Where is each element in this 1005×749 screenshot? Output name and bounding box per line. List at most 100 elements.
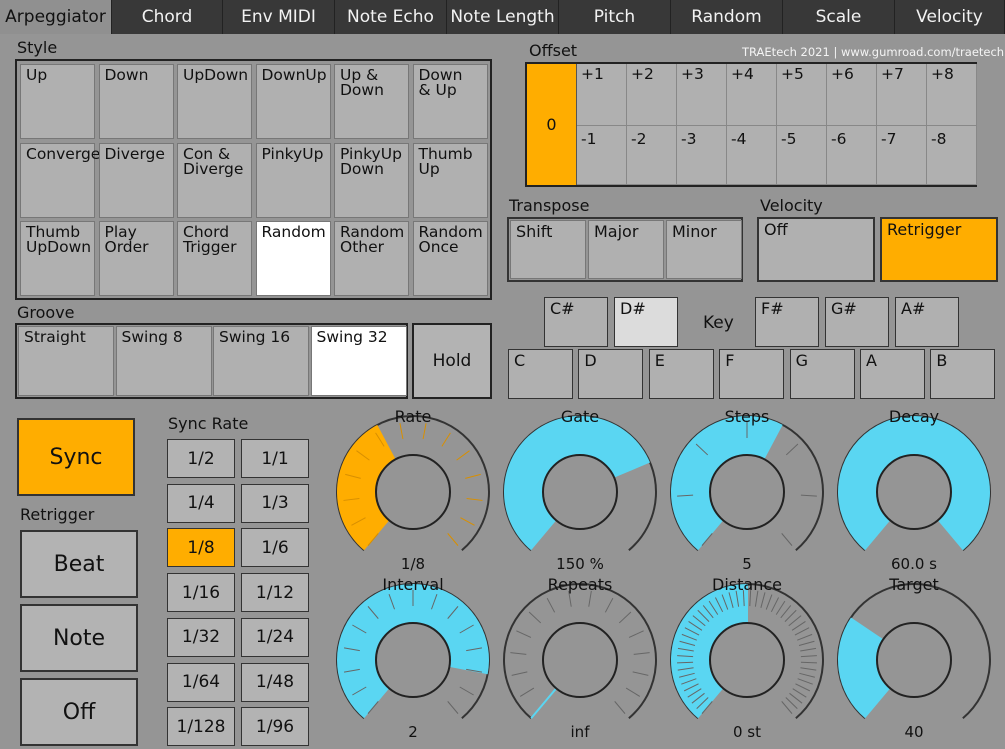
style-option-converge[interactable]: Converge [20, 142, 100, 218]
key-c-sharp[interactable]: C# [544, 297, 608, 347]
groove-option-straight[interactable]: Straight [18, 326, 114, 396]
sync-rate-1-4-button[interactable]: 1/4 [167, 483, 235, 523]
hold-button[interactable]: Hold [412, 323, 492, 399]
tab-scale[interactable]: Scale [783, 0, 895, 34]
offset-minus-8[interactable]: -8 [927, 126, 977, 185]
target-knob[interactable] [829, 575, 999, 745]
style-option-random-once[interactable]: Random Once [412, 221, 488, 296]
transpose-major-button[interactable]: Major [588, 220, 664, 279]
offset-minus-6[interactable]: -6 [827, 126, 877, 185]
offset-minus-4[interactable]: -4 [727, 126, 777, 185]
sync-rate-1-32-button[interactable]: 1/32 [167, 617, 235, 657]
offset-5-plus[interactable]: +5 [777, 64, 827, 126]
sync-rate-1-64-button[interactable]: 1/64 [167, 662, 235, 702]
sync-rate-1-16-button[interactable]: 1/16 [167, 573, 235, 613]
offset-zero-button[interactable]: 0 [527, 64, 577, 185]
distance-knob-tick [795, 683, 811, 692]
tab-velocity[interactable]: Velocity [895, 0, 1005, 34]
repeats-knob[interactable] [495, 575, 665, 745]
style-option-down-up[interactable]: Down & Up [412, 64, 488, 139]
offset-1-plus[interactable]: +1 [577, 64, 627, 126]
tab-note-echo[interactable]: Note Echo [335, 0, 447, 34]
style-option-down[interactable]: Down [98, 64, 174, 139]
retrigger-beat-button[interactable]: Beat [20, 530, 138, 598]
offset-minus-2[interactable]: -2 [627, 126, 677, 185]
style-option-diverge[interactable]: Diverge [98, 142, 174, 218]
key-d[interactable]: D [578, 349, 644, 399]
offset-2-plus[interactable]: +2 [627, 64, 677, 126]
groove-option-swing-32[interactable]: Swing 32 [310, 326, 407, 396]
style-option-play-order[interactable]: Play Order [98, 221, 174, 296]
interval-knob[interactable] [328, 575, 498, 745]
sync-rate-1-128-button[interactable]: 1/128 [167, 707, 235, 747]
velocity-off-button[interactable]: Off [757, 217, 875, 282]
offset-7-plus[interactable]: +7 [877, 64, 927, 126]
style-option-con-diverge[interactable]: Con & Diverge [177, 142, 252, 218]
distance-knob-tick [797, 678, 813, 685]
key-e[interactable]: E [648, 349, 714, 399]
style-option-downup[interactable]: DownUp [255, 64, 331, 139]
key-f[interactable]: F [719, 349, 785, 399]
sync-button[interactable]: Sync [17, 418, 135, 496]
sync-rate-1-1-button[interactable]: 1/1 [241, 439, 309, 478]
retrigger-off-button[interactable]: Off [20, 678, 138, 746]
sync-rate-1-2-button[interactable]: 1/2 [167, 439, 235, 478]
style-option-up[interactable]: Up [20, 64, 95, 139]
key-a-sharp[interactable]: A# [895, 297, 959, 347]
velocity-retrigger-button[interactable]: Retrigger [880, 217, 998, 282]
style-option-pinkyup-down[interactable]: PinkyUp Down [334, 142, 409, 218]
key-g-sharp[interactable]: G# [825, 297, 889, 347]
distance-knob-tick [677, 661, 694, 664]
style-option-chord-trigger[interactable]: Chord Trigger [177, 221, 252, 296]
sync-rate-1-6-button[interactable]: 1/6 [241, 528, 309, 568]
style-option-updown[interactable]: UpDown [177, 64, 252, 139]
style-option-up-down[interactable]: Up & Down [334, 64, 409, 139]
tab-arpeggiator[interactable]: Arpeggiator [0, 0, 112, 34]
distance-knob[interactable] [662, 575, 832, 745]
offset-grid: +1 +2 +3 +4 +5 +6 +7 +8 -1 -2 -3 -4 -5 -6 -7 -8 [577, 64, 977, 185]
offset-8-plus[interactable]: +8 [927, 64, 977, 126]
steps-knob-tick [800, 494, 817, 497]
key-g[interactable]: G [789, 349, 855, 399]
style-option-thumb-up[interactable]: Thumb Up [412, 142, 488, 218]
transpose-minor-button[interactable]: Minor [666, 220, 742, 279]
sync-rate-1-8-button[interactable]: 1/8 [167, 528, 235, 568]
sync-rate-1-24-button[interactable]: 1/24 [241, 617, 309, 657]
key-f-sharp[interactable]: F# [755, 297, 819, 347]
style-option-thumb-updown[interactable]: Thumb UpDown [20, 221, 95, 296]
offset-6-plus[interactable]: +6 [827, 64, 877, 126]
key-c[interactable]: C [508, 349, 573, 399]
distance-knob-tick [798, 640, 815, 647]
sync-rate-1-3-button[interactable]: 1/3 [241, 483, 309, 523]
distance-knob-tick [797, 633, 813, 641]
tab-env-midi[interactable]: Env MIDI [223, 0, 335, 34]
offset-minus-3[interactable]: -3 [677, 126, 727, 185]
tab-random[interactable]: Random [671, 0, 783, 34]
style-option-pinkyup[interactable]: PinkyUp [255, 142, 331, 218]
key-b[interactable]: B [930, 349, 996, 399]
key-a[interactable]: A [860, 349, 925, 399]
gate-knob[interactable] [495, 407, 665, 577]
steps-knob[interactable] [662, 407, 832, 577]
groove-option-swing-8[interactable]: Swing 8 [115, 326, 212, 396]
decay-knob[interactable] [829, 407, 999, 577]
sync-rate-1-48-button[interactable]: 1/48 [241, 662, 309, 702]
rate-knob[interactable] [328, 407, 498, 577]
sync-rate-1-12-button[interactable]: 1/12 [241, 573, 309, 613]
groove-option-swing-16[interactable]: Swing 16 [213, 326, 309, 396]
tab-chord[interactable]: Chord [112, 0, 223, 34]
retrigger-note-button[interactable]: Note [20, 604, 138, 672]
offset-minus-1[interactable]: -1 [577, 126, 627, 185]
offset-minus-7[interactable]: -7 [877, 126, 927, 185]
offset-minus-5[interactable]: -5 [777, 126, 827, 185]
key-d-sharp[interactable]: D# [614, 297, 678, 347]
style-option-random[interactable]: Random [255, 221, 331, 296]
tab-note-length[interactable]: Note Length [447, 0, 559, 34]
offset-3-plus[interactable]: +3 [677, 64, 727, 126]
rate-knob-label: Rate [394, 407, 432, 426]
offset-4-plus[interactable]: +4 [727, 64, 777, 126]
sync-rate-1-96-button[interactable]: 1/96 [241, 707, 309, 747]
transpose-shift-button[interactable]: Shift [510, 220, 586, 279]
style-option-random-other[interactable]: Random Other [334, 221, 409, 296]
tab-pitch[interactable]: Pitch [559, 0, 671, 34]
